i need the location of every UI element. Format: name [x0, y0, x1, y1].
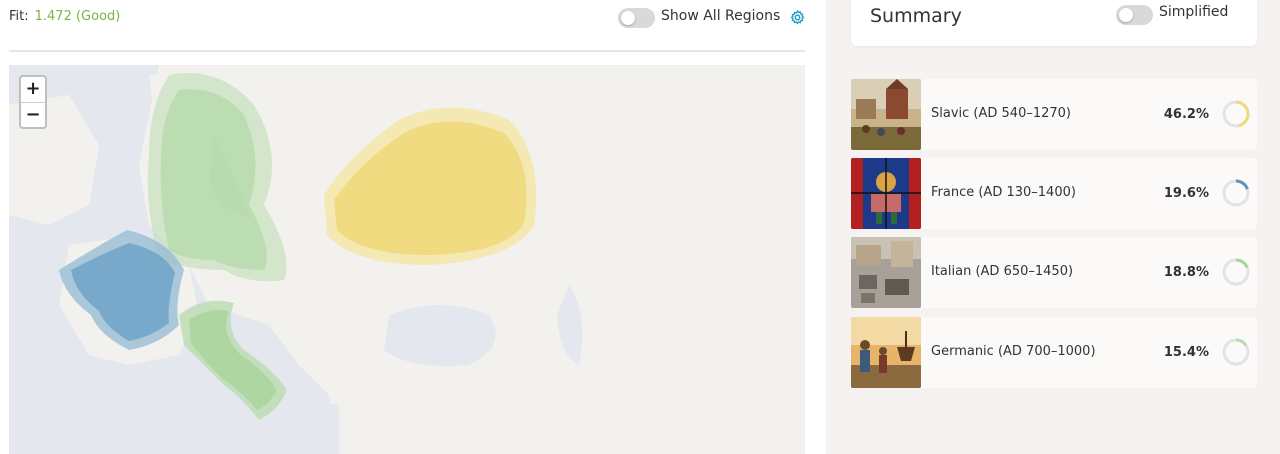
ancestry-map[interactable]: + −	[9, 65, 805, 454]
show-all-regions-toggle[interactable]	[618, 8, 655, 28]
population-image-italian	[851, 237, 921, 308]
gear-icon[interactable]	[789, 9, 806, 26]
population-percent: 19.6%	[1163, 186, 1209, 201]
population-image-france	[851, 158, 921, 229]
population-row-italian[interactable]: Italian (AD 650–1450) 18.8%	[851, 237, 1257, 308]
summary-header: Summary Simplified	[851, 0, 1257, 46]
population-percent: 46.2%	[1163, 107, 1209, 122]
population-name: Germanic (AD 700–1000)	[931, 344, 1096, 359]
summary-title: Summary	[870, 5, 962, 27]
zoom-in-button[interactable]: +	[21, 77, 45, 102]
zoom-out-button[interactable]: −	[21, 102, 45, 127]
percent-ring-icon	[1222, 179, 1250, 207]
fit-label: Fit:	[9, 9, 29, 24]
zoom-control: + −	[19, 75, 47, 129]
simplified-label: Simplified	[1159, 4, 1229, 20]
population-row-germanic[interactable]: Germanic (AD 700–1000) 15.4%	[851, 317, 1257, 388]
population-image-slavic	[851, 79, 921, 150]
percent-ring-icon	[1222, 338, 1250, 366]
toggle-knob	[1119, 8, 1133, 22]
fit-score: Fit: 1.472 (Good)	[9, 9, 120, 24]
percent-ring-icon	[1222, 100, 1250, 128]
summary-panel: Summary Simplified Slavic (AD 540–1270) …	[826, 0, 1280, 454]
population-image-germanic	[851, 317, 921, 388]
population-percent: 18.8%	[1163, 265, 1209, 280]
population-name: Slavic (AD 540–1270)	[931, 106, 1071, 121]
results-panel: Fit: 1.472 (Good) Show All Regions + −	[0, 0, 826, 454]
population-row-france[interactable]: France (AD 130–1400) 19.6%	[851, 158, 1257, 229]
population-name: Italian (AD 650–1450)	[931, 264, 1074, 279]
simplified-toggle[interactable]	[1116, 5, 1153, 25]
population-percent: 15.4%	[1163, 345, 1209, 360]
percent-ring-icon	[1222, 258, 1250, 286]
map-basemap	[9, 65, 805, 454]
divider	[9, 50, 805, 52]
population-row-slavic[interactable]: Slavic (AD 540–1270) 46.2%	[851, 79, 1257, 150]
population-name: France (AD 130–1400)	[931, 185, 1076, 200]
show-all-regions-label: Show All Regions	[661, 8, 781, 24]
fit-value: 1.472 (Good)	[34, 9, 121, 24]
toggle-knob	[621, 11, 635, 25]
